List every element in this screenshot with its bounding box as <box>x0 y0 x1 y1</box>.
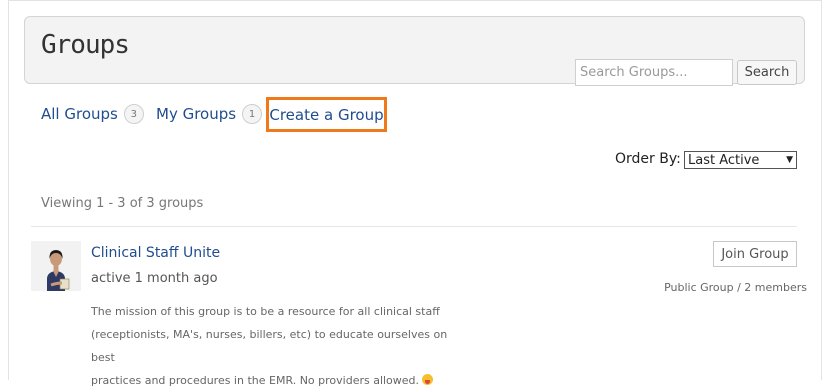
description-line: The mission of this group is to be a res… <box>91 305 440 318</box>
group-name-link[interactable]: Clinical Staff Unite <box>91 245 220 261</box>
person-avatar-icon <box>31 241 81 291</box>
description-line-last: practices and procedures in the EMR. No … <box>91 369 471 392</box>
pagination-count: Viewing 1 - 3 of 3 groups <box>41 196 204 211</box>
group-description: The mission of this group is to be a res… <box>91 300 471 392</box>
order-by-value: Last Active <box>688 152 760 168</box>
count-badge: 3 <box>123 104 144 124</box>
group-avatar[interactable] <box>31 241 81 291</box>
divider <box>31 226 797 227</box>
tab-label: My Groups <box>156 105 237 123</box>
page-title: Groups <box>41 30 130 60</box>
search-button[interactable]: Search <box>737 60 797 85</box>
tab-all-groups[interactable]: All Groups 3 <box>41 104 144 124</box>
order-by-label: Order By: <box>615 151 681 167</box>
tab-label: All Groups <box>41 105 118 123</box>
group-activity: active 1 month ago <box>91 271 218 286</box>
join-group-button[interactable]: Join Group <box>713 241 797 267</box>
tab-my-groups[interactable]: My Groups 1 <box>156 104 263 124</box>
create-group-label: Create a Group <box>269 105 384 124</box>
description-line: (receptionists, MA's, nurses, billers, e… <box>91 328 448 364</box>
order-by-select[interactable]: Last Active ▼ <box>684 151 797 169</box>
search-input[interactable] <box>575 59 733 86</box>
description-line-text: practices and procedures in the EMR. No … <box>91 374 420 387</box>
count-badge: 1 <box>242 104 263 124</box>
create-group-link[interactable]: Create a Group <box>266 97 387 132</box>
group-meta: Public Group / 2 members <box>664 281 807 294</box>
dropdown-arrow-icon: ▼ <box>786 155 793 165</box>
